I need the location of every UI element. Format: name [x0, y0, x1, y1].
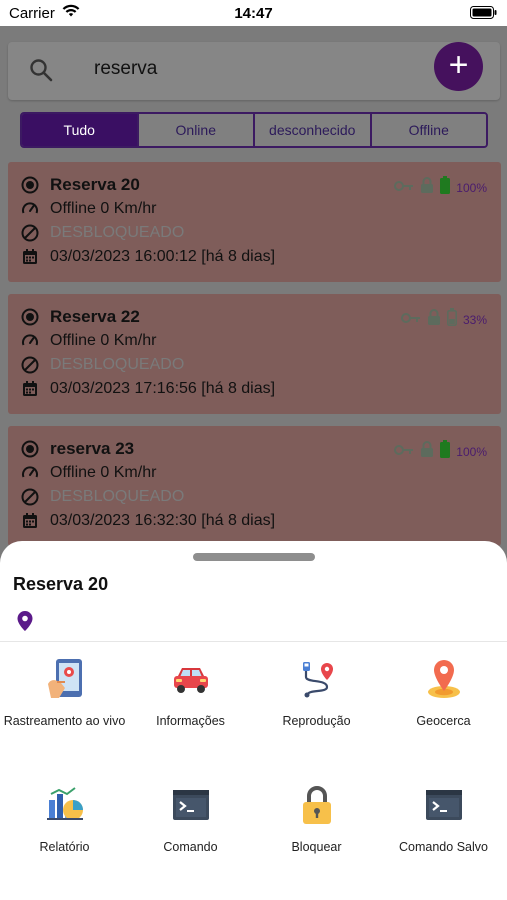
- device-indicators: 100%: [394, 440, 487, 463]
- speedometer-icon: [20, 331, 40, 351]
- report-icon: [1, 784, 128, 826]
- device-speed: Offline 0 Km/hr: [50, 464, 157, 481]
- last-update: 03/03/2023 16:32:30 [há 8 dias]: [50, 512, 276, 529]
- route-playback-icon: [253, 658, 380, 700]
- device-speed: Offline 0 Km/hr: [50, 200, 157, 217]
- search-icon: [28, 57, 54, 88]
- filter-tab-all[interactable]: Tudo: [22, 114, 137, 146]
- divider: [0, 641, 507, 642]
- device-name: Reserva 20: [50, 175, 140, 194]
- action-playback[interactable]: Reprodução: [253, 658, 380, 728]
- filter-tab-offline[interactable]: Offline: [369, 114, 486, 146]
- device-actions-sheet: Reserva 20 Rastreamento ao vivo Informaç…: [0, 541, 507, 900]
- lock-icon: [427, 308, 441, 331]
- device-card[interactable]: Reserva 22 Offline 0 Km/hr DESBLOQUEADO …: [8, 294, 501, 414]
- search-bar[interactable]: reserva: [8, 42, 500, 100]
- device-speed: Offline 0 Km/hr: [50, 332, 157, 349]
- action-label: Reprodução: [282, 714, 351, 728]
- speedometer-icon: [20, 199, 40, 219]
- lock-icon: [253, 784, 380, 826]
- action-label: Bloquear: [291, 840, 342, 854]
- sheet-title: Reserva 20: [13, 574, 109, 594]
- radio-icon: [20, 439, 40, 459]
- radio-icon: [20, 175, 40, 195]
- add-device-button[interactable]: +: [434, 42, 483, 91]
- last-update: 03/03/2023 17:16:56 [há 8 dias]: [50, 380, 276, 397]
- device-name: Reserva 22: [50, 307, 140, 326]
- battery-icon: [470, 6, 497, 24]
- action-label: Comando Salvo: [399, 840, 488, 854]
- speedometer-icon: [20, 463, 40, 483]
- action-label: Geocerca: [416, 714, 471, 728]
- calendar-icon: [20, 379, 40, 399]
- device-card[interactable]: reserva 23 Offline 0 Km/hr DESBLOQUEADO …: [8, 426, 501, 546]
- action-info[interactable]: Informações: [127, 658, 254, 728]
- filter-tab-unknown[interactable]: desconhecido: [253, 114, 370, 146]
- device-card[interactable]: Reserva 20 Offline 0 Km/hr DESBLOQUEADO …: [8, 162, 501, 282]
- action-label: Informações: [156, 714, 225, 728]
- blocked-icon: [20, 223, 40, 243]
- key-icon: [394, 443, 414, 461]
- action-label: Comando: [163, 840, 218, 854]
- terminal-icon: [380, 784, 507, 826]
- key-icon: [394, 179, 414, 197]
- action-saved-command[interactable]: Comando Salvo: [380, 784, 507, 854]
- key-icon: [400, 311, 421, 329]
- battery-level-icon: [440, 440, 451, 463]
- live-tracking-icon: [1, 658, 128, 700]
- lock-icon: [420, 440, 434, 463]
- sheet-drag-handle[interactable]: [193, 553, 315, 561]
- lock-icon: [420, 176, 434, 199]
- battery-percent: 100%: [456, 444, 487, 459]
- action-label: Relatório: [39, 840, 90, 854]
- radio-icon: [20, 307, 40, 327]
- search-input[interactable]: reserva: [94, 58, 157, 80]
- status-bar: Carrier 14:47: [0, 0, 507, 26]
- action-label: Rastreamento ao vivo: [3, 714, 126, 728]
- battery-percent: 100%: [456, 180, 487, 195]
- terminal-icon: [127, 784, 254, 826]
- filter-tab-online[interactable]: Online: [136, 114, 253, 146]
- location-pin-icon[interactable]: [16, 610, 34, 637]
- device-name: reserva 23: [50, 439, 135, 458]
- action-geofence[interactable]: Geocerca: [380, 658, 507, 728]
- action-live-tracking[interactable]: Rastreamento ao vivo: [1, 658, 128, 728]
- battery-percent: 33%: [462, 312, 487, 327]
- calendar-icon: [20, 511, 40, 531]
- geofence-icon: [380, 658, 507, 700]
- battery-level-icon: [440, 176, 451, 199]
- device-indicators: 100%: [394, 176, 487, 199]
- lock-status: DESBLOQUEADO: [50, 488, 185, 505]
- device-indicators: 33%: [400, 308, 487, 331]
- status-filter: Tudo Online desconhecido Offline: [20, 112, 488, 148]
- action-block[interactable]: Bloquear: [253, 784, 380, 854]
- action-command[interactable]: Comando: [127, 784, 254, 854]
- blocked-icon: [20, 487, 40, 507]
- lock-status: DESBLOQUEADO: [50, 224, 185, 241]
- clock: 14:47: [234, 5, 273, 22]
- car-info-icon: [127, 658, 254, 700]
- lock-status: DESBLOQUEADO: [50, 356, 185, 373]
- last-update: 03/03/2023 16:00:12 [há 8 dias]: [50, 248, 276, 265]
- blocked-icon: [20, 355, 40, 375]
- action-report[interactable]: Relatório: [1, 784, 128, 854]
- battery-level-icon: [446, 308, 457, 331]
- calendar-icon: [20, 247, 40, 267]
